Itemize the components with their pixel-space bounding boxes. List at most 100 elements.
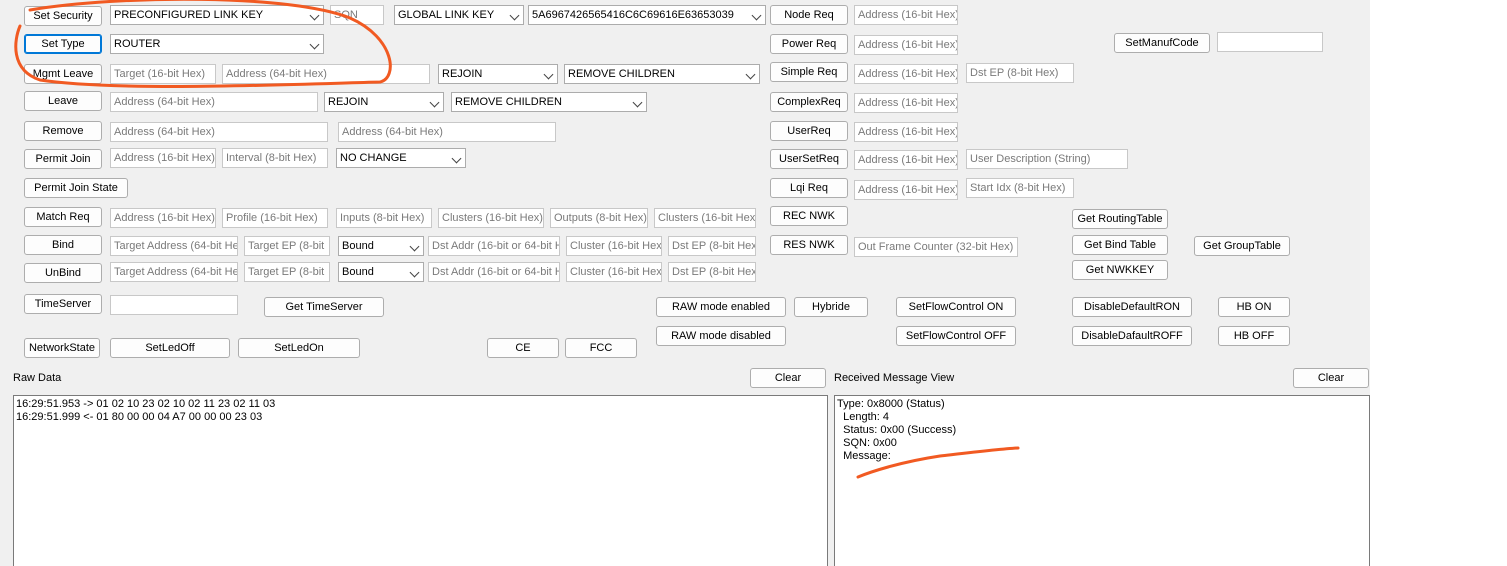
disable-default-r-on-button[interactable]: DisableDefaultRON bbox=[1072, 297, 1192, 317]
time-server-button[interactable]: TimeServer bbox=[24, 294, 102, 314]
match-clusters-in-input[interactable]: Clusters (16-bit Hex) bbox=[438, 208, 544, 228]
bind-cluster-input[interactable]: Cluster (16-bit Hex) bbox=[566, 236, 662, 256]
user-set-req-address-input[interactable]: Address (16-bit Hex) bbox=[854, 150, 958, 170]
user-description-input[interactable]: User Description (String) bbox=[966, 149, 1128, 169]
match-req-button[interactable]: Match Req bbox=[24, 207, 102, 227]
res-nwk-button[interactable]: RES NWK bbox=[770, 235, 848, 255]
permit-join-interval-input[interactable]: Interval (8-bit Hex) bbox=[222, 148, 328, 168]
bind-dst-ep-input[interactable]: Dst EP (8-bit Hex) bbox=[668, 236, 756, 256]
match-address-input[interactable]: Address (16-bit Hex) bbox=[110, 208, 216, 228]
permit-join-address-input[interactable]: Address (16-bit Hex) bbox=[110, 148, 216, 168]
permit-join-button[interactable]: Permit Join bbox=[24, 149, 102, 169]
complex-req-button[interactable]: ComplexReq bbox=[770, 92, 848, 112]
remove-button[interactable]: Remove bbox=[24, 121, 102, 141]
permit-join-change-select[interactable]: NO CHANGE bbox=[336, 148, 466, 168]
mgmt-leave-target-input[interactable]: Target (16-bit Hex) bbox=[110, 64, 216, 84]
security-key-type-value: PRECONFIGURED LINK KEY bbox=[114, 9, 264, 21]
bind-button[interactable]: Bind bbox=[24, 235, 102, 255]
chevron-down-icon bbox=[543, 69, 554, 80]
unbind-dst-addr-input[interactable]: Dst Addr (16-bit or 64-bit Hex) bbox=[428, 262, 560, 282]
fcc-button[interactable]: FCC bbox=[565, 338, 637, 358]
security-key-type-select[interactable]: PRECONFIGURED LINK KEY bbox=[110, 5, 324, 25]
permit-join-state-button[interactable]: Permit Join State bbox=[24, 178, 128, 198]
out-frame-counter-input[interactable]: Out Frame Counter (32-bit Hex) bbox=[854, 237, 1018, 257]
remove-address2-input[interactable]: Address (64-bit Hex) bbox=[338, 122, 556, 142]
set-led-on-button[interactable]: SetLedOn bbox=[238, 338, 360, 358]
leave-address-input[interactable]: Address (64-bit Hex) bbox=[110, 92, 318, 112]
unbind-button[interactable]: UnBind bbox=[24, 263, 102, 283]
bind-dst-addr-input[interactable]: Dst Addr (16-bit or 64-bit Hex) bbox=[428, 236, 560, 256]
set-flow-control-off-button[interactable]: SetFlowControl OFF bbox=[896, 326, 1016, 346]
unbind-cluster-input[interactable]: Cluster (16-bit Hex) bbox=[566, 262, 662, 282]
get-time-server-button[interactable]: Get TimeServer bbox=[264, 297, 384, 317]
power-req-address-input[interactable]: Address (16-bit Hex) bbox=[854, 35, 958, 55]
remove-address1-input[interactable]: Address (64-bit Hex) bbox=[110, 122, 328, 142]
complex-req-address-input[interactable]: Address (16-bit Hex) bbox=[854, 93, 958, 113]
unbind-mode-select[interactable]: Bound bbox=[338, 262, 424, 282]
leave-button[interactable]: Leave bbox=[24, 91, 102, 111]
simple-req-address-input[interactable]: Address (16-bit Hex) bbox=[854, 64, 958, 84]
set-manuf-code-button[interactable]: SetManufCode bbox=[1114, 33, 1210, 53]
user-set-req-button[interactable]: UserSetReq bbox=[770, 149, 848, 169]
disable-default-r-off-button[interactable]: DisableDafaultROFF bbox=[1072, 326, 1192, 346]
mgmt-leave-rejoin-select[interactable]: REJOIN bbox=[438, 64, 558, 84]
sqn-input[interactable]: SQN bbox=[330, 5, 384, 25]
set-security-button[interactable]: Set Security bbox=[24, 6, 102, 26]
unbind-target-ep-input[interactable]: Target EP (8-bit bbox=[244, 262, 330, 282]
simple-req-button[interactable]: Simple Req bbox=[770, 62, 848, 82]
received-message-clear-button[interactable]: Clear bbox=[1293, 368, 1369, 388]
chevron-down-icon bbox=[409, 241, 420, 252]
received-message-view[interactable]: Type: 0x8000 (Status) Length: 4 Status: … bbox=[834, 395, 1370, 566]
set-led-off-button[interactable]: SetLedOff bbox=[110, 338, 230, 358]
set-type-button[interactable]: Set Type bbox=[24, 34, 102, 54]
raw-mode-enabled-button[interactable]: RAW mode enabled bbox=[656, 297, 786, 317]
global-key-select[interactable]: GLOBAL LINK KEY bbox=[394, 5, 524, 25]
raw-mode-disabled-button[interactable]: RAW mode disabled bbox=[656, 326, 786, 346]
key-value-select[interactable]: 5A6967426565416C6C69616E63653039 bbox=[528, 5, 766, 25]
match-inputs-input[interactable]: Inputs (8-bit Hex) bbox=[336, 208, 432, 228]
raw-data-clear-button[interactable]: Clear bbox=[750, 368, 826, 388]
get-group-table-button[interactable]: Get GroupTable bbox=[1194, 236, 1290, 256]
get-bind-table-button[interactable]: Get Bind Table bbox=[1072, 235, 1168, 255]
hb-off-button[interactable]: HB OFF bbox=[1218, 326, 1290, 346]
leave-children-value: REMOVE CHILDREN bbox=[455, 96, 562, 108]
simple-req-dst-ep-input[interactable]: Dst EP (8-bit Hex) bbox=[966, 63, 1074, 83]
get-routing-table-button[interactable]: Get RoutingTable bbox=[1072, 209, 1168, 229]
hb-on-button[interactable]: HB ON bbox=[1218, 297, 1290, 317]
chevron-down-icon bbox=[309, 10, 320, 21]
user-req-button[interactable]: UserReq bbox=[770, 121, 848, 141]
device-type-select[interactable]: ROUTER bbox=[110, 34, 324, 54]
bind-target-ep-input[interactable]: Target EP (8-bit bbox=[244, 236, 330, 256]
power-req-button[interactable]: Power Req bbox=[770, 34, 848, 54]
bind-target-address-input[interactable]: Target Address (64-bit Hex) bbox=[110, 236, 238, 256]
time-server-input[interactable] bbox=[110, 295, 238, 315]
leave-children-select[interactable]: REMOVE CHILDREN bbox=[451, 92, 647, 112]
user-req-address-input[interactable]: Address (16-bit Hex) bbox=[854, 122, 958, 142]
unbind-dst-ep-input[interactable]: Dst EP (8-bit Hex) bbox=[668, 262, 756, 282]
lqi-req-address-input[interactable]: Address (16-bit Hex) bbox=[854, 180, 958, 200]
mgmt-leave-children-value: REMOVE CHILDREN bbox=[568, 68, 675, 80]
ce-button[interactable]: CE bbox=[487, 338, 559, 358]
mgmt-leave-children-select[interactable]: REMOVE CHILDREN bbox=[564, 64, 760, 84]
mgmt-leave-button[interactable]: Mgmt Leave bbox=[24, 64, 102, 84]
match-outputs-input[interactable]: Outputs (8-bit Hex) bbox=[550, 208, 648, 228]
mgmt-leave-address-input[interactable]: Address (64-bit Hex) bbox=[222, 64, 430, 84]
raw-data-log[interactable]: 16:29:51.953 -> 01 02 10 23 02 10 02 11 … bbox=[13, 395, 828, 566]
set-flow-control-on-button[interactable]: SetFlowControl ON bbox=[896, 297, 1016, 317]
lqi-start-idx-input[interactable]: Start Idx (8-bit Hex) bbox=[966, 178, 1074, 198]
match-profile-input[interactable]: Profile (16-bit Hex) bbox=[222, 208, 328, 228]
manuf-code-input[interactable] bbox=[1217, 32, 1323, 52]
chevron-down-icon bbox=[632, 97, 643, 108]
bind-mode-select[interactable]: Bound bbox=[338, 236, 424, 256]
node-req-address-input[interactable]: Address (16-bit Hex) bbox=[854, 5, 958, 25]
hybride-button[interactable]: Hybride bbox=[794, 297, 868, 317]
node-req-button[interactable]: Node Req bbox=[770, 5, 848, 25]
network-state-button[interactable]: NetworkState bbox=[24, 338, 100, 358]
leave-rejoin-select[interactable]: REJOIN bbox=[324, 92, 444, 112]
match-clusters-out-input[interactable]: Clusters (16-bit Hex) bbox=[654, 208, 756, 228]
chevron-down-icon bbox=[751, 10, 762, 21]
get-nwkkey-button[interactable]: Get NWKKEY bbox=[1072, 260, 1168, 280]
rec-nwk-button[interactable]: REC NWK bbox=[770, 206, 848, 226]
unbind-target-address-input[interactable]: Target Address (64-bit Hex) bbox=[110, 262, 238, 282]
lqi-req-button[interactable]: Lqi Req bbox=[770, 178, 848, 198]
